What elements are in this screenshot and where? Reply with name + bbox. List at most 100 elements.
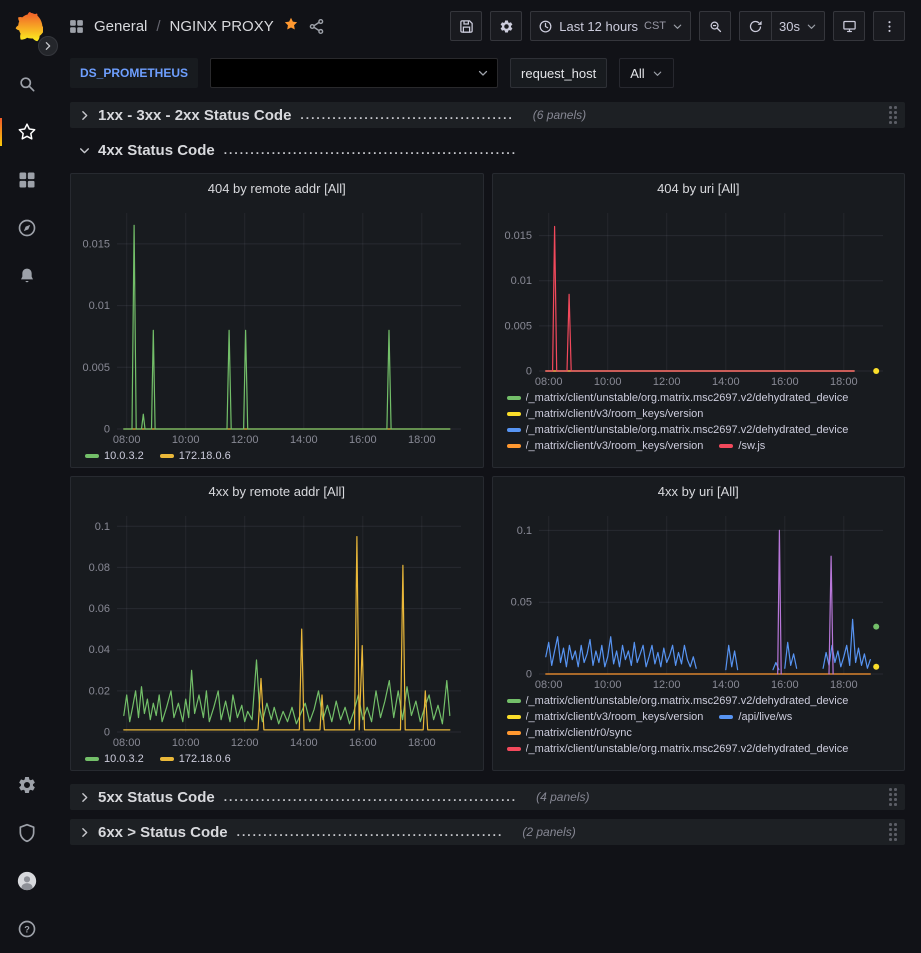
- dashboards-grid-icon: [17, 170, 37, 190]
- legend-series-label: /_matrix/client/v3/room_keys/version: [526, 711, 704, 723]
- legend-item[interactable]: /sw.js: [719, 440, 765, 452]
- host-variable-select[interactable]: [210, 58, 498, 88]
- svg-text:14:00: 14:00: [712, 679, 740, 691]
- refresh-interval-value: 30s: [779, 19, 800, 34]
- svg-text:0.1: 0.1: [95, 521, 110, 533]
- svg-text:0.04: 0.04: [89, 644, 110, 656]
- row-title-dots: ........................................…: [237, 825, 504, 839]
- svg-text:08:00: 08:00: [534, 376, 562, 388]
- svg-text:12:00: 12:00: [231, 434, 259, 446]
- legend-series-swatch: [85, 454, 99, 458]
- legend-item[interactable]: 10.0.3.2: [85, 753, 144, 765]
- dashboard-row-1xx-3xx-2xx[interactable]: 1xx - 3xx - 2xx Status Code ............…: [70, 102, 905, 128]
- dashboard-row-5xx[interactable]: 5xx Status Code ........................…: [70, 784, 905, 810]
- zoom-out-button[interactable]: [699, 11, 731, 41]
- sidebar-item-alerting[interactable]: [0, 252, 54, 300]
- legend-item[interactable]: /_matrix/client/unstable/org.matrix.msc2…: [507, 743, 849, 755]
- shield-icon: [17, 823, 37, 843]
- breadcrumb-folder[interactable]: General: [94, 18, 147, 35]
- dashboard-row-4xx[interactable]: 4xx Status Code ........................…: [70, 137, 905, 163]
- sidebar-item-help[interactable]: ?: [0, 905, 54, 953]
- gear-icon: [499, 19, 514, 34]
- save-dashboard-button[interactable]: [450, 11, 482, 41]
- svg-text:10:00: 10:00: [172, 434, 200, 446]
- row-drag-handle[interactable]: [889, 823, 897, 841]
- dashboard-settings-button[interactable]: [490, 11, 522, 41]
- svg-text:0.01: 0.01: [89, 300, 110, 312]
- apps-grid-icon: [68, 18, 85, 35]
- legend-series-label: /_matrix/client/r0/sync: [526, 727, 632, 739]
- legend-item[interactable]: /_matrix/client/unstable/org.matrix.msc2…: [507, 695, 849, 707]
- svg-text:0.015: 0.015: [504, 230, 532, 242]
- zoom-out-icon: [708, 19, 723, 34]
- more-options-button[interactable]: [873, 11, 905, 41]
- legend-series-label: /_matrix/client/unstable/org.matrix.msc2…: [526, 743, 849, 755]
- row-title-dots: ........................................…: [224, 790, 517, 804]
- row-drag-handle[interactable]: [889, 106, 897, 124]
- legend-series-swatch: [160, 757, 174, 761]
- request-host-variable-select[interactable]: All: [619, 58, 673, 88]
- legend-series-label: 10.0.3.2: [104, 450, 144, 462]
- svg-text:16:00: 16:00: [771, 679, 799, 691]
- breadcrumb: General / NGINX PROXY: [68, 16, 325, 36]
- sidebar-item-server-admin[interactable]: [0, 809, 54, 857]
- legend-series-swatch: [719, 444, 733, 448]
- row-title-dots: ........................................…: [224, 143, 517, 157]
- svg-text:0.08: 0.08: [89, 562, 110, 574]
- row-panel-count: (6 panels): [533, 108, 586, 122]
- sidebar-item-dashboards[interactable]: [0, 156, 54, 204]
- legend-series-swatch: [507, 396, 521, 400]
- time-series-chart: 00.020.040.060.080.108:0010:0012:0014:00…: [77, 507, 477, 750]
- panel-title[interactable]: 4xx by remote addr [All]: [77, 477, 477, 507]
- sidebar-item-search[interactable]: [0, 60, 54, 108]
- svg-text:10:00: 10:00: [593, 376, 621, 388]
- grafana-flame-icon: [11, 12, 43, 44]
- legend-series-label: /_matrix/client/v3/room_keys/version: [526, 408, 704, 420]
- breadcrumb-dashboard-title[interactable]: NGINX PROXY: [170, 18, 274, 35]
- favorite-star-icon[interactable]: [283, 16, 299, 36]
- legend-item[interactable]: 172.18.0.6: [160, 753, 231, 765]
- legend-item[interactable]: /_matrix/client/unstable/org.matrix.msc2…: [507, 424, 849, 436]
- share-icon[interactable]: [308, 18, 325, 35]
- legend-item[interactable]: /_matrix/client/v3/room_keys/version: [507, 711, 704, 723]
- svg-text:?: ?: [24, 924, 30, 934]
- save-icon: [459, 19, 474, 34]
- sidebar: ?: [0, 0, 54, 953]
- sidebar-item-configuration[interactable]: [0, 761, 54, 809]
- chart-legend: 10.0.3.2 172.18.0.6: [77, 750, 477, 770]
- legend-series-label: /_matrix/client/unstable/org.matrix.msc2…: [526, 695, 849, 707]
- svg-text:0: 0: [104, 424, 110, 436]
- row-drag-handle[interactable]: [889, 788, 897, 806]
- legend-series-swatch: [507, 731, 521, 735]
- dashboard-row-6xx[interactable]: 6xx > Status Code ......................…: [70, 819, 905, 845]
- refresh-interval-select[interactable]: 30s: [771, 11, 825, 41]
- legend-series-label: /sw.js: [738, 440, 765, 452]
- legend-item[interactable]: /_matrix/client/r0/sync: [507, 727, 632, 739]
- datasource-variable-label[interactable]: DS_PROMETHEUS: [70, 58, 198, 88]
- svg-text:0.02: 0.02: [89, 685, 110, 697]
- sidebar-item-profile[interactable]: [0, 857, 54, 905]
- legend-item[interactable]: 10.0.3.2: [85, 450, 144, 462]
- chart-area: 00.020.040.060.080.108:0010:0012:0014:00…: [77, 507, 477, 750]
- panel-title[interactable]: 4xx by uri [All]: [499, 477, 899, 507]
- legend-item[interactable]: /_matrix/client/v3/room_keys/version: [507, 440, 704, 452]
- sidebar-expand-button[interactable]: [38, 36, 58, 56]
- legend-item[interactable]: 172.18.0.6: [160, 450, 231, 462]
- svg-text:18:00: 18:00: [830, 679, 858, 691]
- legend-item[interactable]: /api/live/ws: [719, 711, 792, 723]
- sidebar-item-explore[interactable]: [0, 204, 54, 252]
- legend-series-swatch: [507, 747, 521, 751]
- panel-title[interactable]: 404 by uri [All]: [499, 174, 899, 204]
- legend-item[interactable]: /_matrix/client/v3/room_keys/version: [507, 408, 704, 420]
- svg-text:0: 0: [525, 669, 531, 681]
- request-host-variable-label: request_host: [510, 58, 607, 88]
- refresh-button[interactable]: [739, 11, 771, 41]
- tv-mode-button[interactable]: [833, 11, 865, 41]
- panel-title[interactable]: 404 by remote addr [All]: [77, 174, 477, 204]
- star-icon: [17, 122, 37, 142]
- time-range-picker[interactable]: Last 12 hours CST: [530, 11, 691, 41]
- legend-item[interactable]: /_matrix/client/unstable/org.matrix.msc2…: [507, 392, 849, 404]
- sidebar-item-starred[interactable]: [0, 108, 54, 156]
- chart-legend: /_matrix/client/unstable/org.matrix.msc2…: [499, 692, 899, 760]
- legend-series-label: /_matrix/client/v3/room_keys/version: [526, 440, 704, 452]
